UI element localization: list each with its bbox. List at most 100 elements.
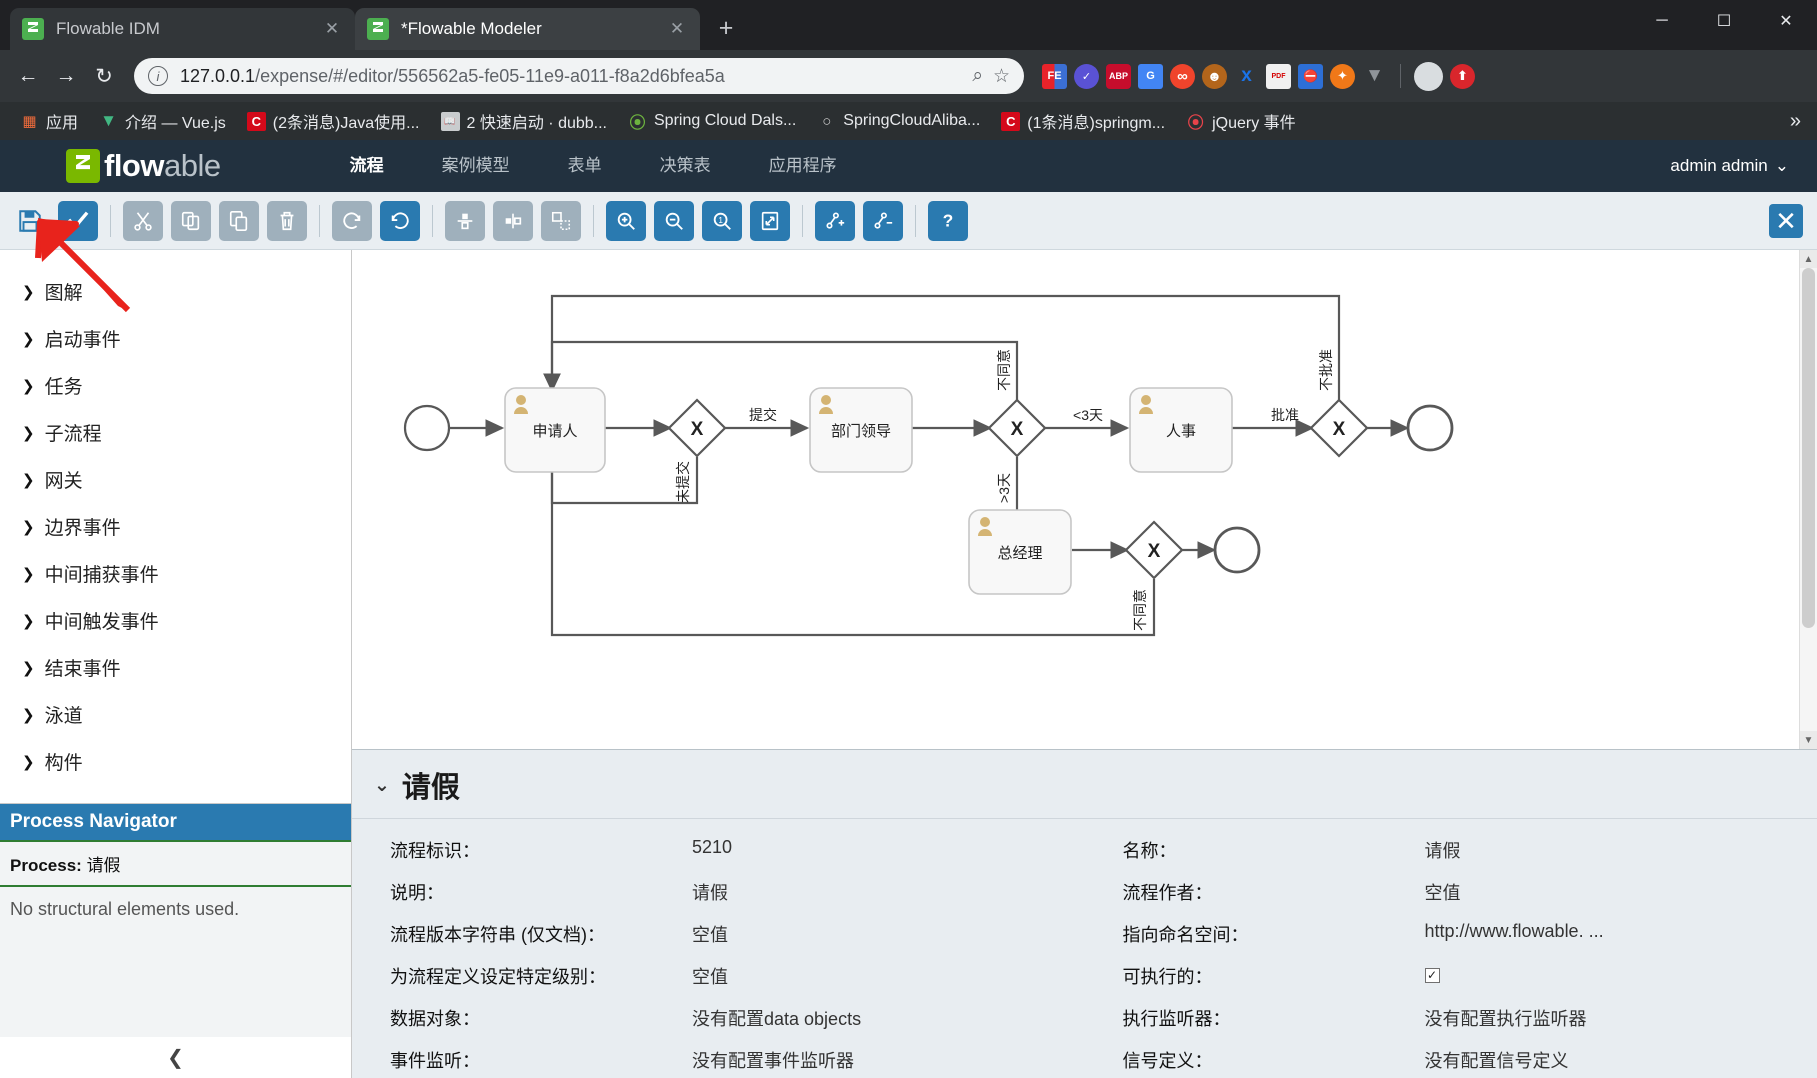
executable-checkbox[interactable]: ✓ bbox=[1425, 968, 1440, 983]
fe-extension-icon[interactable]: FE bbox=[1042, 64, 1067, 89]
zoom-actual-button[interactable]: 1 bbox=[702, 201, 742, 241]
editor-body: ❯ 图解 ❯ 启动事件 ❯ 任务 ❯ 子流程 bbox=[0, 250, 1817, 1078]
flowable-logo[interactable]: flowable bbox=[66, 148, 221, 184]
spring-leaf-icon: ⦿ bbox=[628, 112, 647, 131]
same-size-button[interactable] bbox=[541, 201, 581, 241]
nav-tab-decision-tables[interactable]: 决策表 bbox=[631, 140, 740, 192]
palette-group-start-events[interactable]: ❯ 启动事件 bbox=[0, 315, 351, 362]
pdfjs-extension-icon[interactable]: PDF bbox=[1266, 64, 1291, 89]
bookmark-item[interactable]: ⦿ Spring Cloud Dals... bbox=[620, 109, 804, 134]
undo-button[interactable] bbox=[380, 201, 420, 241]
bookmarks-overflow-icon[interactable]: » bbox=[1790, 110, 1805, 133]
palette-group-intermediate-throw-events[interactable]: ❯ 中间触发事件 bbox=[0, 597, 351, 644]
bookmark-item[interactable]: C (2条消息)Java使用... bbox=[239, 106, 428, 136]
palette-group-artifacts[interactable]: ❯ 构件 bbox=[0, 738, 351, 785]
property-row[interactable]: 说明： 请假 bbox=[352, 871, 1085, 913]
property-row[interactable]: 为流程定义设定特定级别： 空值 bbox=[352, 955, 1085, 997]
bookmark-item[interactable]: 📖 2 快速启动 · dubb... bbox=[433, 106, 616, 136]
canvas-scrollbar[interactable]: ▲ ▼ bbox=[1799, 250, 1817, 749]
property-row[interactable]: 指向命名空间： http://www.flowable. ... bbox=[1085, 913, 1817, 955]
validate-button[interactable] bbox=[58, 201, 98, 241]
property-row[interactable]: 执行监听器： 没有配置执行监听器 bbox=[1085, 997, 1817, 1039]
bookmark-item[interactable]: ○ SpringCloudAliba... bbox=[809, 109, 988, 134]
nav-tab-case-models[interactable]: 案例模型 bbox=[413, 140, 539, 192]
checkmark-extension-icon[interactable]: ✓ bbox=[1074, 64, 1099, 89]
paste-button[interactable] bbox=[219, 201, 259, 241]
save-button[interactable] bbox=[10, 201, 50, 241]
property-row[interactable]: 名称： 请假 bbox=[1085, 829, 1817, 871]
scroll-down-icon[interactable]: ▼ bbox=[1800, 731, 1817, 749]
orange-extension-icon[interactable]: ✦ bbox=[1330, 64, 1355, 89]
nav-tab-forms[interactable]: 表单 bbox=[539, 140, 631, 192]
delete-button[interactable] bbox=[267, 201, 307, 241]
nav-tab-processes[interactable]: 流程 bbox=[321, 140, 413, 192]
zoom-out-button[interactable] bbox=[654, 201, 694, 241]
palette-group-end-events[interactable]: ❯ 结束事件 bbox=[0, 644, 351, 691]
palette-group-tasks[interactable]: ❯ 任务 bbox=[0, 362, 351, 409]
reload-icon[interactable]: ↻ bbox=[86, 58, 122, 94]
palette-group-list: ❯ 图解 ❯ 启动事件 ❯ 任务 ❯ 子流程 bbox=[0, 250, 351, 785]
monkey-extension-icon[interactable]: ☻ bbox=[1202, 64, 1227, 89]
minimize-window-button[interactable]: ─ bbox=[1631, 0, 1693, 42]
upload-extension-icon[interactable]: ⬆ bbox=[1450, 64, 1475, 89]
block-extension-icon[interactable]: ⛔ bbox=[1298, 64, 1323, 89]
bookmark-item[interactable]: ⦿ jQuery 事件 bbox=[1178, 106, 1304, 136]
user-menu[interactable]: admin admin ⌄ bbox=[1670, 156, 1789, 176]
scroll-up-icon[interactable]: ▲ bbox=[1800, 250, 1817, 268]
palette-group-swimlanes[interactable]: ❯ 泳道 bbox=[0, 691, 351, 738]
adblock-plus-icon[interactable]: ABP bbox=[1106, 64, 1131, 89]
property-value: 没有配置事件监听器 bbox=[692, 1047, 1085, 1073]
tab-close-icon[interactable]: ✕ bbox=[666, 19, 688, 39]
vue-devtools-icon[interactable]: ▼ bbox=[1362, 64, 1387, 89]
palette-group-intermediate-catch-events[interactable]: ❯ 中间捕获事件 bbox=[0, 550, 351, 597]
site-info-icon[interactable]: i bbox=[148, 66, 168, 86]
collapse-palette-button[interactable]: ❮ bbox=[0, 1037, 351, 1078]
add-bendpoint-button[interactable] bbox=[815, 201, 855, 241]
browser-tab-flowable-idm[interactable]: Flowable IDM ✕ bbox=[10, 8, 355, 50]
infinity-extension-icon[interactable]: ∞ bbox=[1170, 64, 1195, 89]
tab-title: *Flowable Modeler bbox=[401, 19, 666, 39]
zoom-fit-button[interactable] bbox=[750, 201, 790, 241]
new-tab-button[interactable]: + bbox=[708, 10, 744, 46]
property-row[interactable]: 数据对象： 没有配置data objects bbox=[352, 997, 1085, 1039]
back-icon[interactable]: ← bbox=[10, 58, 46, 94]
browser-tab-flowable-modeler[interactable]: *Flowable Modeler ✕ bbox=[355, 8, 700, 50]
zoom-indicator-icon[interactable]: ⌕ bbox=[972, 65, 983, 87]
leaf-extension-icon[interactable]: x bbox=[1234, 64, 1259, 89]
property-row[interactable]: 信号定义： 没有配置信号定义 bbox=[1085, 1039, 1817, 1078]
cut-button[interactable] bbox=[123, 201, 163, 241]
nav-tab-apps[interactable]: 应用程序 bbox=[740, 140, 866, 192]
bookmark-star-icon[interactable]: ☆ bbox=[993, 65, 1010, 88]
property-row[interactable]: 可执行的： ✓ bbox=[1085, 955, 1817, 997]
close-window-button[interactable]: ✕ bbox=[1755, 0, 1817, 42]
property-row[interactable]: 流程作者： 空值 bbox=[1085, 871, 1817, 913]
copy-button[interactable] bbox=[171, 201, 211, 241]
scrollbar-thumb[interactable] bbox=[1802, 268, 1815, 628]
property-row[interactable]: 流程标识： 5210 bbox=[352, 829, 1085, 871]
forward-icon[interactable]: → bbox=[48, 58, 84, 94]
tab-close-icon[interactable]: ✕ bbox=[321, 19, 343, 39]
zoom-in-button[interactable] bbox=[606, 201, 646, 241]
close-editor-button[interactable]: ✕ bbox=[1769, 204, 1803, 238]
redo-button[interactable] bbox=[332, 201, 372, 241]
palette-group-boundary-events[interactable]: ❯ 边界事件 bbox=[0, 503, 351, 550]
flow-label-disagree: 不同意 bbox=[1132, 589, 1148, 631]
properties-title-row[interactable]: ⌄ 请假 bbox=[352, 750, 1817, 819]
align-vertical-button[interactable] bbox=[445, 201, 485, 241]
palette-group-subprocess[interactable]: ❯ 子流程 bbox=[0, 409, 351, 456]
palette-group-gateways[interactable]: ❯ 网关 bbox=[0, 456, 351, 503]
bookmark-item[interactable]: C (1条消息)springm... bbox=[993, 106, 1173, 136]
maximize-window-button[interactable]: ☐ bbox=[1693, 0, 1755, 42]
palette-group-diagram[interactable]: ❯ 图解 bbox=[0, 268, 351, 315]
bpmn-canvas[interactable]: 申请人 部门领导 人事 bbox=[352, 250, 1817, 750]
bookmark-item[interactable]: ▦ 应用 bbox=[12, 106, 86, 136]
property-row[interactable]: 流程版本字符串 (仅文档)： 空值 bbox=[352, 913, 1085, 955]
align-horizontal-button[interactable] bbox=[493, 201, 533, 241]
bookmark-item[interactable]: ▼ 介绍 — Vue.js bbox=[91, 106, 234, 136]
property-row[interactable]: 事件监听： 没有配置事件监听器 bbox=[352, 1039, 1085, 1078]
address-bar[interactable]: i 127.0.0.1/expense/#/editor/556562a5-fe… bbox=[134, 58, 1024, 94]
profile-avatar[interactable] bbox=[1414, 62, 1443, 91]
remove-bendpoint-button[interactable] bbox=[863, 201, 903, 241]
google-translate-icon[interactable]: G bbox=[1138, 64, 1163, 89]
help-button[interactable]: ? bbox=[928, 201, 968, 241]
